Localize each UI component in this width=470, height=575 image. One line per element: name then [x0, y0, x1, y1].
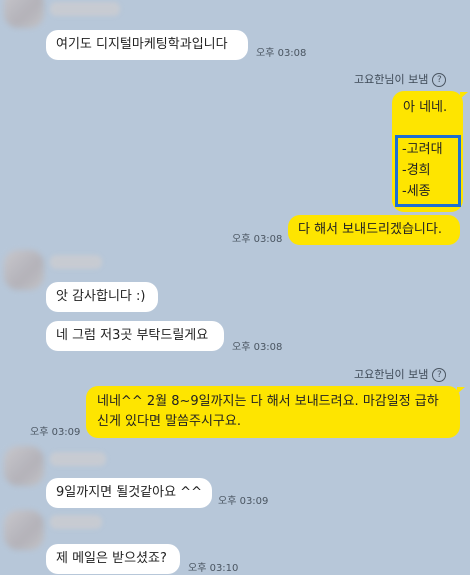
sender-name-blurred — [50, 2, 120, 16]
sent-message[interactable]: 다 해서 보내드리겠습니다. — [288, 215, 460, 245]
message-text: 네 그럼 저3곳 부탁드릴게요 — [56, 328, 209, 343]
message-time: 오후 03:08 — [256, 48, 307, 59]
message-text: 제 메일은 받으셨죠? — [56, 551, 167, 566]
message-text: 다 해서 보내드리겠습니다. — [298, 222, 442, 237]
message-text: 9일까지면 될것같아요 ^^ — [56, 485, 202, 500]
list-item: -세종 — [402, 184, 431, 199]
message-text: 아 네네. — [403, 100, 448, 115]
received-message[interactable]: 여기도 디지털마케팅학과입니다 — [46, 30, 248, 60]
message-text: 신게 있다면 말씀주시구요. — [97, 414, 241, 429]
help-icon[interactable]: ? — [432, 73, 447, 87]
sent-by-text: 고요한님이 보냄 — [354, 73, 429, 86]
sender-name-blurred — [50, 255, 102, 269]
message-text: 앗 감사합니다 :) — [56, 289, 146, 304]
sent-message-list[interactable]: 아 네네. -고려대 -경희 -세종 — [392, 91, 463, 212]
received-message[interactable]: 9일까지면 될것같아요 ^^ — [46, 478, 212, 508]
message-time: 오후 03:08 — [232, 342, 283, 353]
list-item: -경희 — [402, 163, 431, 178]
received-message[interactable]: 앗 감사합니다 :) — [46, 282, 158, 312]
message-time: 오후 03:10 — [188, 563, 239, 574]
sender-name-blurred — [50, 515, 102, 529]
message-time: 오후 03:09 — [218, 496, 269, 507]
sent-by-label: 고요한님이 보냄? — [354, 71, 447, 87]
message-time: 오후 03:08 — [232, 234, 283, 245]
message-time: 오후 03:09 — [30, 427, 81, 438]
avatar[interactable] — [4, 446, 44, 486]
highlight-box: -고려대 -경희 -세종 — [395, 135, 461, 207]
received-message[interactable]: 네 그럼 저3곳 부탁드릴게요 — [46, 321, 224, 351]
sender-name-blurred — [50, 452, 106, 466]
sent-by-text: 고요한님이 보냄 — [354, 368, 429, 381]
bubble-tail — [457, 387, 465, 394]
sent-message[interactable]: 네네^^ 2월 8~9일까지는 다 해서 보내드려요. 마감일정 급하 신게 있… — [86, 386, 460, 438]
avatar[interactable] — [4, 0, 44, 28]
avatar[interactable] — [4, 250, 44, 290]
message-text: 여기도 디지털마케팅학과입니다 — [56, 37, 228, 52]
received-message[interactable]: 제 메일은 받으셨죠? — [46, 544, 180, 574]
bubble-tail — [460, 92, 468, 99]
avatar[interactable] — [4, 510, 44, 550]
sent-by-label: 고요한님이 보냄? — [354, 366, 447, 382]
help-icon[interactable]: ? — [432, 368, 447, 382]
message-text: 네네^^ 2월 8~9일까지는 다 해서 보내드려요. 마감일정 급하 — [97, 394, 439, 409]
list-item: -고려대 — [402, 142, 443, 157]
